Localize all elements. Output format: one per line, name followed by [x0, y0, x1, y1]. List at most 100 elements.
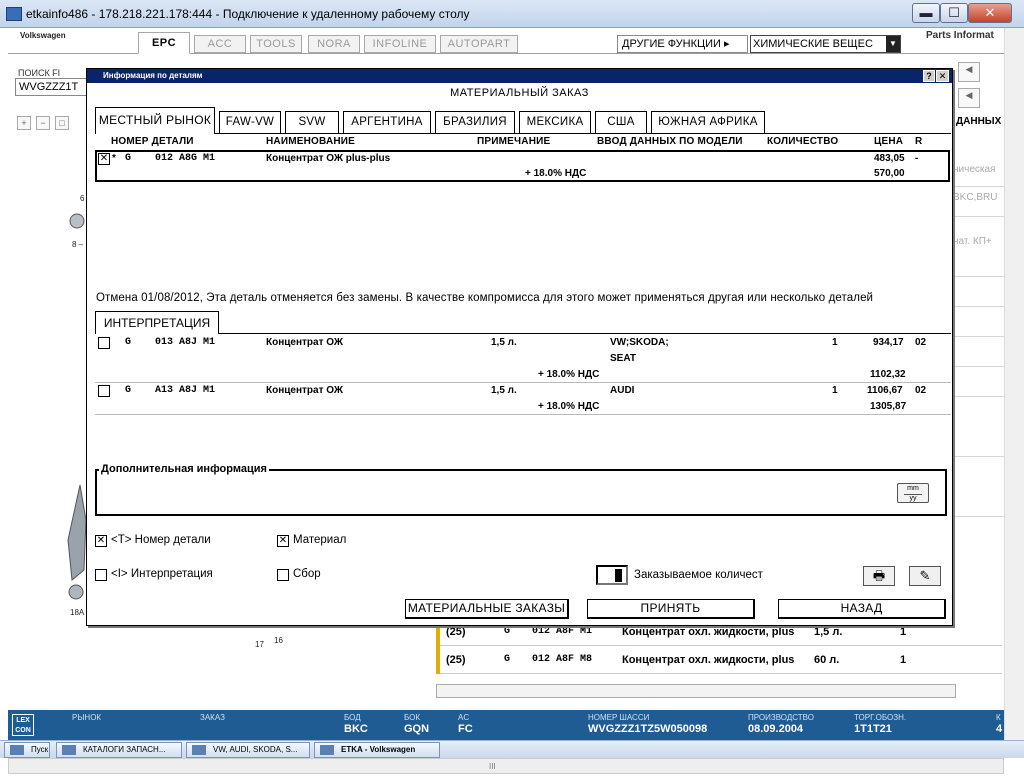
divider — [952, 186, 1004, 187]
assembly-checkbox[interactable] — [277, 569, 289, 581]
part-number-option-label: <T> Номер детали — [111, 534, 211, 546]
chemicals-select[interactable]: ХИМИЧЕСКИЕ ВЕЩЕС ▼ — [750, 35, 901, 53]
col-name: НАИМЕНОВАНИЕ — [266, 136, 356, 147]
tab-nora[interactable]: NORA — [308, 35, 360, 53]
part-number-checkbox[interactable]: ✕ — [95, 535, 107, 547]
order-quantity-input[interactable] — [596, 565, 628, 585]
assembly-option-label: Сбор — [293, 568, 321, 580]
interpretation-checkbox[interactable] — [95, 569, 107, 581]
horizontal-scrollbar[interactable] — [436, 684, 956, 698]
taskbar-item-vw-audi[interactable]: VW, AUDI, SKODA, S... — [186, 742, 310, 758]
zoom-out-icon[interactable]: − — [36, 116, 50, 130]
edit-icon[interactable]: ✎ — [909, 566, 941, 586]
parts-information-link[interactable]: Parts Informat — [926, 30, 994, 41]
selected-part-price: 483,05 — [874, 153, 905, 164]
other-functions-menu[interactable]: ДРУГИЕ ФУНКЦИИ ▸ — [617, 35, 748, 53]
back-button[interactable]: НАЗАД — [778, 599, 946, 619]
status-market-label: РЫНОК — [72, 713, 102, 722]
selected-part-number: 012 A8G M1 — [155, 153, 216, 164]
diagram-label: 6 — [80, 194, 85, 203]
table-row[interactable]: (25) G 012 A8F M8 Концентрат охл. жидкос… — [436, 646, 1002, 674]
chevron-down-icon[interactable]: ▼ — [886, 36, 900, 52]
selected-part-vat-note: + 18.0% НДС — [525, 168, 587, 179]
additional-info-box[interactable] — [95, 469, 947, 516]
alt-part-checkbox[interactable] — [98, 337, 110, 349]
tab-acc[interactable]: ACC — [194, 35, 246, 53]
alt-part-model: AUDI — [610, 385, 635, 396]
selected-part-g: G — [125, 153, 132, 164]
divider — [952, 336, 1004, 337]
zoom-in-icon[interactable]: + — [17, 116, 31, 130]
tab-faw-vw[interactable]: FAW-VW — [219, 111, 281, 133]
tab-argentina[interactable]: АРГЕНТИНА — [343, 111, 431, 133]
tab-interpretation[interactable]: ИНТЕРПРЕТАЦИЯ — [95, 311, 219, 334]
nav-prev-icon[interactable]: ◀ — [958, 88, 980, 108]
diagram-label: 8 – — [72, 240, 84, 249]
status-bok-value: GQN — [404, 723, 430, 735]
alt-part-r: 02 — [915, 385, 927, 396]
minimize-button[interactable]: ▬ — [912, 3, 940, 23]
col-quantity: КОЛИЧЕСТВО — [767, 136, 839, 147]
material-checkbox[interactable]: ✕ — [277, 535, 289, 547]
close-button[interactable]: ✕ — [968, 3, 1012, 23]
chemicals-select-value: ХИМИЧЕСКИЕ ВЕЩЕС — [753, 38, 873, 50]
search-input[interactable]: WVGZZZ1T — [15, 78, 87, 96]
selected-part-checkbox[interactable]: ✕ — [98, 153, 110, 165]
col-r: R — [915, 136, 923, 147]
tab-brazil[interactable]: БРАЗИЛИЯ — [435, 111, 515, 133]
divider — [952, 366, 1004, 367]
selected-part-price-vat: 570,00 — [874, 168, 905, 179]
alt-part-number: A13 A8J M1 — [155, 385, 216, 396]
mm-label: mm — [907, 485, 919, 492]
divider — [952, 306, 1004, 307]
dialog-close-button[interactable]: ✕ — [936, 70, 949, 82]
divider — [952, 516, 1004, 517]
tabs-baseline — [95, 133, 951, 134]
selected-part-row[interactable] — [95, 150, 950, 182]
tab-autopart[interactable]: AUTOPART — [440, 35, 518, 53]
diagram-clamp-shape — [69, 213, 85, 229]
interpretation-baseline — [95, 333, 951, 334]
alt-part-model-2: SEAT — [610, 353, 636, 364]
taskbar-item-catalogs[interactable]: КАТАЛОГИ ЗАПАСН... — [56, 742, 182, 758]
col-note: ПРИМЕЧАНИЕ — [477, 136, 551, 147]
tab-usa[interactable]: США — [595, 111, 647, 133]
material-option-label: Материал — [293, 534, 347, 546]
row-marker — [436, 646, 440, 674]
vertical-scrollbar[interactable] — [1004, 28, 1024, 750]
nav-first-icon[interactable]: ◀ — [958, 62, 980, 82]
status-k-value: 4 — [996, 723, 1003, 735]
date-format-button[interactable]: mm yy — [897, 483, 929, 503]
alt-part-number: 013 A8J M1 — [155, 337, 216, 348]
text-cursor — [615, 569, 622, 582]
status-bar: РЫНОК ЗАКАЗ БОД BKC БОК GQN AC FC НОМЕР … — [8, 710, 1004, 740]
maximize-button[interactable]: ☐ — [940, 3, 968, 23]
dialog-titlebar: Информация по деталям — [87, 69, 952, 83]
start-button[interactable]: Пуск — [4, 742, 50, 758]
tab-mexico[interactable]: МЕКСИКА — [519, 111, 591, 133]
material-orders-button[interactable]: МАТЕРИАЛЬНЫЕ ЗАКАЗЫ — [405, 599, 569, 619]
status-ac-value: FC — [458, 723, 473, 735]
alt-part-price-vat: 1102,32 — [870, 369, 906, 380]
zoom-fit-icon[interactable]: □ — [55, 116, 69, 130]
tab-tools[interactable]: TOOLS — [250, 35, 302, 53]
status-chassis-label: НОМЕР ШАССИ — [588, 713, 650, 722]
diagram-label: 16 — [274, 636, 283, 645]
divider — [952, 456, 1004, 457]
tab-infoline[interactable]: INFOLINE — [364, 35, 436, 53]
rdp-app-icon — [6, 7, 22, 21]
print-icon[interactable]: 🖶 — [863, 566, 895, 586]
tab-epc[interactable]: EPC — [138, 32, 190, 54]
tab-local-market[interactable]: МЕСТНЫЙ РЫНОК — [95, 107, 215, 134]
status-order-label: ЗАКАЗ — [200, 713, 225, 722]
bottom-horizontal-scrollbar[interactable]: III — [8, 758, 1004, 774]
background-text: BKC,BRU — [953, 192, 998, 203]
alt-part-qty: 1 — [832, 385, 838, 396]
row-volume: 1,5 л. — [814, 626, 843, 638]
alt-part-checkbox[interactable] — [98, 385, 110, 397]
taskbar-item-etka[interactable]: ETKA - Volkswagen — [314, 742, 440, 758]
help-button[interactable]: ? — [923, 70, 935, 82]
tab-south-africa[interactable]: ЮЖНАЯ АФРИКА — [651, 111, 765, 133]
tab-svw[interactable]: SVW — [285, 111, 339, 133]
accept-button[interactable]: ПРИНЯТЬ — [587, 599, 755, 619]
